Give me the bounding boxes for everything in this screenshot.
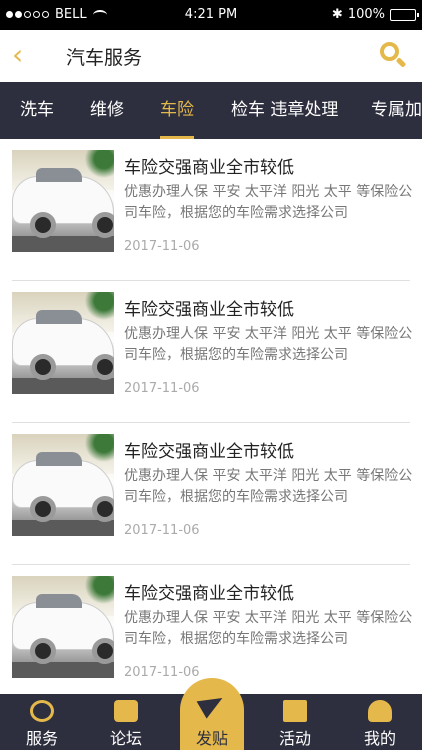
item-date: 2017-11-06: [124, 523, 200, 538]
tab-inspection[interactable]: 检车 违章处理: [231, 82, 338, 139]
car-thumbnail: [12, 576, 114, 678]
tab-forum[interactable]: 论坛: [84, 694, 168, 750]
article-list: 车险交强商业全市较低 优惠办理人保 平安 太平洋 阳光 太平 等保险公司车险，根…: [0, 139, 422, 694]
tab-fuel[interactable]: 专属加油: [371, 82, 422, 139]
item-description: 优惠办理人保 平安 太平洋 阳光 太平 等保险公司车险，根据您的车险需求选择公司: [124, 184, 413, 221]
list-item[interactable]: 车险交强商业全市较低 优惠办理人保 平安 太平洋 阳光 太平 等保险公司车险，根…: [0, 565, 422, 694]
car-thumbnail: [12, 292, 114, 394]
car-thumbnail: [12, 150, 114, 252]
tab-mine-label: 我的: [363, 729, 396, 748]
list-item[interactable]: 车险交强商业全市较低 优惠办理人保 平安 太平洋 阳光 太平 等保险公司车险，根…: [0, 423, 422, 565]
item-description: 优惠办理人保 平安 太平洋 阳光 太平 等保险公司车险，根据您的车险需求选择公司: [124, 326, 413, 363]
paper-plane-icon: [196, 689, 228, 719]
item-title: 车险交强商业全市较低: [124, 442, 294, 462]
item-description: 优惠办理人保 平安 太平洋 阳光 太平 等保险公司车险，根据您的车险需求选择公司: [124, 610, 413, 647]
post-label: 发贴: [195, 729, 228, 748]
status-bar: BELL 4:21 PM ✱ 100%: [0, 0, 422, 30]
item-date: 2017-11-06: [124, 239, 200, 254]
list-item[interactable]: 车险交强商业全市较低 优惠办理人保 平安 太平洋 阳光 太平 等保险公司车险，根…: [0, 139, 422, 281]
tab-activity[interactable]: 活动: [253, 694, 337, 750]
item-date: 2017-11-06: [124, 665, 200, 680]
item-date: 2017-11-06: [124, 381, 200, 396]
search-icon[interactable]: [378, 40, 408, 70]
tab-service[interactable]: 服务: [0, 694, 84, 750]
item-title: 车险交强商业全市较低: [124, 300, 294, 320]
back-icon[interactable]: ‹: [12, 40, 40, 72]
tab-insurance[interactable]: 车险: [160, 82, 194, 139]
post-button[interactable]: 发贴: [180, 678, 244, 750]
tab-repair[interactable]: 维修: [90, 82, 124, 139]
item-title: 车险交强商业全市较低: [124, 584, 294, 604]
steering-wheel-icon: [30, 700, 54, 722]
list-item[interactable]: 车险交强商业全市较低 优惠办理人保 平安 太平洋 阳光 太平 等保险公司车险，根…: [0, 281, 422, 423]
item-description: 优惠办理人保 平安 太平洋 阳光 太平 等保险公司车险，根据您的车险需求选择公司: [124, 468, 413, 505]
battery-icon: [390, 8, 419, 21]
tab-forum-label: 论坛: [109, 729, 142, 748]
star-bookmark-icon: [283, 700, 307, 722]
item-title: 车险交强商业全市较低: [124, 158, 294, 178]
bottom-tab-bar: 服务 论坛 发贴 活动 我的: [0, 678, 422, 750]
car-thumbnail: [12, 434, 114, 536]
status-right: ✱ 100%: [331, 7, 419, 22]
tab-mine[interactable]: 我的: [338, 694, 422, 750]
tab-service-label: 服务: [25, 729, 58, 748]
battery-percent: 100%: [347, 7, 385, 22]
page-title: 汽车服务: [66, 47, 143, 69]
bluetooth-icon: ✱: [331, 7, 343, 22]
user-icon: [368, 700, 392, 722]
category-tabs: 洗车 维修 车险 检车 违章处理 专属加油: [0, 82, 422, 139]
chat-icon: [114, 700, 138, 722]
tab-wash[interactable]: 洗车: [20, 82, 54, 139]
nav-bar: ‹ 汽车服务: [0, 30, 422, 82]
tab-activity-label: 活动: [278, 729, 311, 748]
